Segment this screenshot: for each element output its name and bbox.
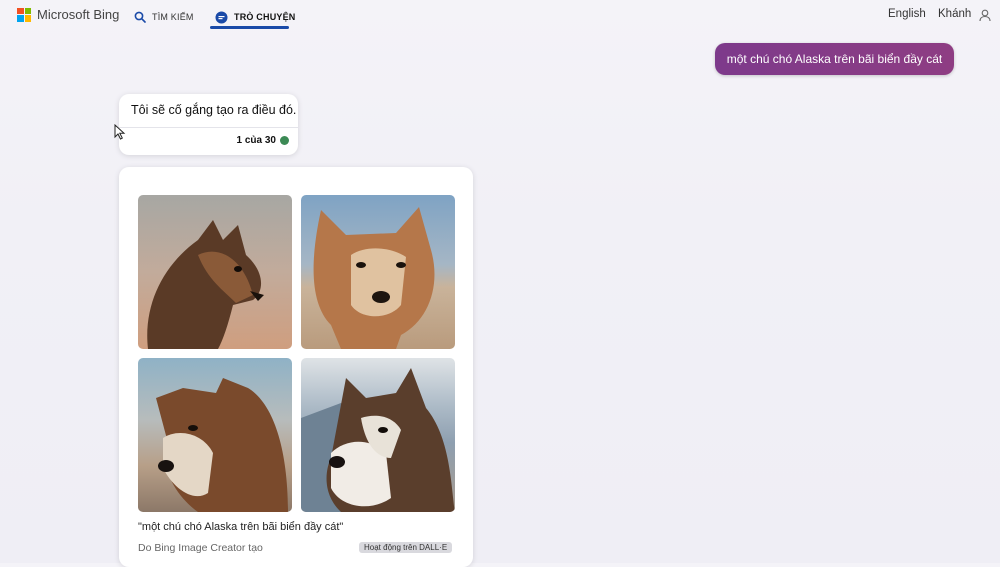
search-icon [133, 11, 146, 24]
user-avatar-icon[interactable] [978, 8, 992, 22]
image-result-card: "một chú chó Alaska trên bãi biển đầy cá… [119, 167, 473, 567]
generated-image-1[interactable] [138, 195, 292, 349]
user-name[interactable]: Khánh [938, 8, 971, 20]
language-switch[interactable]: English [888, 8, 926, 20]
status-dot-icon [280, 136, 289, 145]
microsoft-logo-icon [17, 7, 31, 22]
divider [119, 127, 298, 128]
bot-reply-card: Tôi sẽ cố gắng tạo ra điều đó. 1 của 30 [119, 94, 298, 155]
chat-icon [215, 11, 228, 24]
mouse-cursor-icon [114, 123, 126, 145]
dalle-badge: Hoạt động trên DALL·E [359, 542, 453, 553]
generated-image-4[interactable] [301, 358, 455, 512]
generated-image-2[interactable] [301, 195, 455, 349]
generated-image-3[interactable] [138, 358, 292, 512]
tab-search[interactable]: TÌM KIẾM [133, 5, 194, 29]
user-message-bubble: một chú chó Alaska trên bãi biển đầy cát [715, 43, 954, 75]
top-bar: Microsoft Bing TÌM KIẾM TRÒ CHUYỆN Engli… [0, 0, 1000, 30]
bot-reply-text: Tôi sẽ cố gắng tạo ra điều đó. [131, 103, 297, 117]
active-tab-indicator [210, 26, 289, 29]
brand-name: Microsoft Bing [37, 7, 120, 22]
bing-logo[interactable]: Microsoft Bing [17, 7, 119, 22]
turn-counter: 1 của 30 [236, 135, 276, 146]
tab-search-label: TÌM KIẾM [152, 12, 194, 22]
tab-chat-label: TRÒ CHUYỆN [234, 12, 296, 22]
image-creator-link[interactable]: Do Bing Image Creator tạo [138, 542, 263, 554]
image-caption: "một chú chó Alaska trên bãi biển đầy cá… [138, 521, 344, 533]
